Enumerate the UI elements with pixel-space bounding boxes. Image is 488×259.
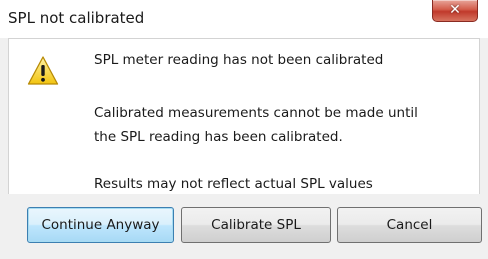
cancel-button[interactable]: Cancel: [337, 207, 482, 243]
message-note: Results may not reflect actual SPL value…: [94, 176, 373, 192]
title-bar: SPL not calibrated ✕: [0, 0, 488, 38]
window-title: SPL not calibrated: [8, 9, 145, 27]
message-body-line-1: Calibrated measurements cannot be made u…: [94, 105, 418, 121]
message-heading: SPL meter reading has not been calibrate…: [94, 52, 384, 68]
warning-icon: [27, 56, 59, 85]
close-button[interactable]: ✕: [432, 0, 478, 22]
message-body: Calibrated measurements cannot be made u…: [94, 101, 418, 149]
calibrate-spl-button[interactable]: Calibrate SPL: [181, 207, 331, 243]
message-body-line-2: the SPL reading has been calibrated.: [94, 129, 343, 145]
dialog-window: SPL not calibrated ✕ SPL meter reading h…: [0, 0, 488, 259]
close-x-icon: ✕: [449, 2, 461, 18]
continue-anyway-button[interactable]: Continue Anyway: [27, 207, 174, 243]
